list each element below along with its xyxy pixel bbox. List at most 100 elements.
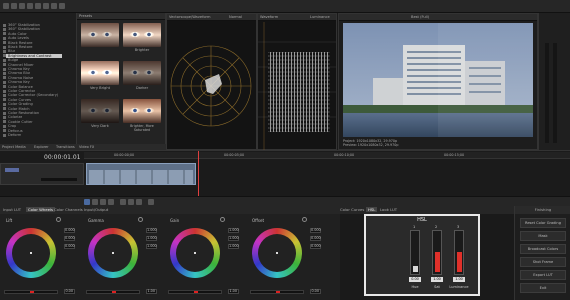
normal-edit-tool-icon[interactable] [84, 199, 90, 205]
wheel-center-handle[interactable] [112, 252, 114, 254]
fx-list-item[interactable]: Colorize [8, 115, 22, 119]
delete-icon[interactable] [120, 199, 126, 205]
wheel-master-slider[interactable] [250, 290, 304, 294]
preset-thumb-4[interactable] [123, 61, 161, 85]
wheel-value-b[interactable]: 1.000 [228, 244, 239, 249]
wheel-value-b[interactable]: 1.000 [146, 244, 157, 249]
preview-quality[interactable]: Best (Full) [411, 15, 429, 19]
hsl-slider-sat[interactable] [432, 230, 442, 275]
envelope-tool-icon[interactable] [92, 199, 98, 205]
reset-icon[interactable] [302, 217, 307, 222]
fx-list-item[interactable]: Black Restore [8, 45, 33, 49]
tab-hsl[interactable]: HSL [366, 207, 378, 212]
playhead[interactable] [198, 151, 199, 197]
wheel-value-r[interactable]: 1.000 [228, 228, 239, 233]
wheel-master-value[interactable]: 1.00 [228, 289, 239, 294]
reset-icon[interactable] [138, 217, 143, 222]
tab-transitions[interactable]: Transitions [56, 145, 75, 149]
marker-icon[interactable] [148, 199, 154, 205]
fx-list-item[interactable]: Crop [8, 124, 16, 128]
slider-handle[interactable] [276, 291, 280, 293]
wheel-value-b[interactable]: 0.000 [310, 244, 321, 249]
copy-icon[interactable] [51, 3, 57, 9]
wheel-value-r[interactable]: 1.000 [146, 228, 157, 233]
video-clip[interactable] [86, 163, 196, 185]
fx-list-item[interactable]: 360° Stabilization [8, 27, 40, 31]
fx-list-item[interactable]: Channel Mixer [8, 63, 34, 67]
wheel-center-handle[interactable] [276, 252, 278, 254]
fx-list-item[interactable]: Color Balance [8, 85, 33, 89]
tab-color-wheels[interactable]: Color Wheels [26, 207, 55, 212]
fx-list-item[interactable]: Color Corrector (Secondary) [8, 93, 58, 97]
paste-icon[interactable] [59, 3, 65, 9]
fx-list-item[interactable]: Black Restore [8, 41, 33, 45]
fx-list-item[interactable]: Blur [8, 49, 15, 53]
wheel-center-handle[interactable] [30, 252, 32, 254]
slider-handle[interactable] [30, 291, 34, 293]
fx-list-item[interactable]: 360° Stabilization [8, 23, 40, 27]
fx-list-item[interactable]: Auto Levels [8, 36, 29, 40]
cut-icon[interactable] [43, 3, 49, 9]
wheel-value-g[interactable]: 0.000 [64, 236, 75, 241]
finishing-button[interactable]: Reset Color Grading [520, 218, 566, 228]
fx-list-item[interactable]: Deform [8, 133, 21, 137]
timeline-ruler[interactable]: 00:00:00;00 00:00:05;00 00:00:10;00 00:0… [84, 152, 570, 159]
preset-thumb-2[interactable] [123, 23, 161, 47]
preset-thumb-6[interactable] [123, 99, 161, 123]
save-icon[interactable] [19, 3, 25, 9]
fx-list-item[interactable]: Chroma Key [8, 67, 30, 71]
preset-thumb-3[interactable] [81, 61, 119, 85]
tab-color-curves[interactable]: Color Curves [340, 207, 364, 212]
hsl-slider-hue[interactable] [410, 230, 420, 275]
preset-thumb-5[interactable] [81, 99, 119, 123]
wheel-master-slider[interactable] [168, 290, 222, 294]
wheel-value-g[interactable]: 1.000 [146, 236, 157, 241]
wheel-master-value[interactable]: 1.00 [146, 289, 157, 294]
undo-icon[interactable] [27, 3, 33, 9]
fx-list-item[interactable]: Color Curves [8, 98, 31, 102]
track-level-slider[interactable] [41, 178, 77, 181]
wheel-master-value[interactable]: 0.00 [64, 289, 75, 294]
wheel-center-handle[interactable] [194, 252, 196, 254]
reset-icon[interactable] [56, 217, 61, 222]
finishing-button[interactable]: Shot Frame [520, 257, 566, 267]
wheel-value-g[interactable]: 1.000 [228, 236, 239, 241]
folder-icon[interactable] [11, 3, 17, 9]
slider-handle[interactable] [112, 291, 116, 293]
redo-icon[interactable] [35, 3, 41, 9]
wheel-master-slider[interactable] [86, 290, 140, 294]
fx-list-item[interactable]: Color Corrector [8, 89, 35, 93]
fx-list-item[interactable]: Color Grading [8, 102, 33, 106]
fx-list-item[interactable]: Color Match [8, 107, 30, 111]
wheel-master-slider[interactable] [4, 290, 58, 294]
fx-list-item[interactable]: Bulge [8, 58, 18, 62]
fx-list-item[interactable]: Defocus [8, 129, 23, 133]
fx-list-item[interactable]: Chroma Key [8, 80, 30, 84]
track-header[interactable] [0, 163, 84, 185]
finishing-button[interactable]: Broadcast Colors [520, 244, 566, 254]
zoom-tool-icon[interactable] [108, 199, 114, 205]
fx-list-item[interactable]: Chroma Noise [8, 76, 33, 80]
split-icon[interactable] [136, 199, 142, 205]
fx-list-item[interactable]: Color Restoration [8, 111, 39, 115]
tab-input-output[interactable]: Input/Output [84, 207, 108, 212]
tab-explorer[interactable]: Explorer [34, 145, 49, 149]
preset-thumb-1[interactable] [81, 23, 119, 47]
tab-color-channels[interactable]: Color Channels [54, 207, 83, 212]
fx-list-item[interactable]: Brightness and Contrast [6, 53, 62, 58]
select-tool-icon[interactable] [100, 199, 106, 205]
hsl-value-field[interactable]: 0.00 [409, 277, 421, 282]
fx-list-item[interactable]: Auto Color [8, 32, 27, 36]
reset-icon[interactable] [220, 217, 225, 222]
tab-look-lut[interactable]: Look LUT [380, 207, 397, 212]
hsl-slider-luminance[interactable] [454, 230, 464, 275]
fx-list-item[interactable]: Cookie Cutter [8, 120, 33, 124]
wheel-value-r[interactable]: 0.000 [64, 228, 75, 233]
wheel-value-r[interactable]: 0.000 [310, 228, 321, 233]
fx-list-item[interactable]: Chroma Blur [8, 71, 30, 75]
wheel-value-g[interactable]: 0.000 [310, 236, 321, 241]
finishing-button[interactable]: Exit [520, 283, 566, 293]
finishing-button[interactable]: Export LUT [520, 270, 566, 280]
wheel-value-b[interactable]: 0.000 [64, 244, 75, 249]
finishing-button[interactable]: Mask [520, 231, 566, 241]
